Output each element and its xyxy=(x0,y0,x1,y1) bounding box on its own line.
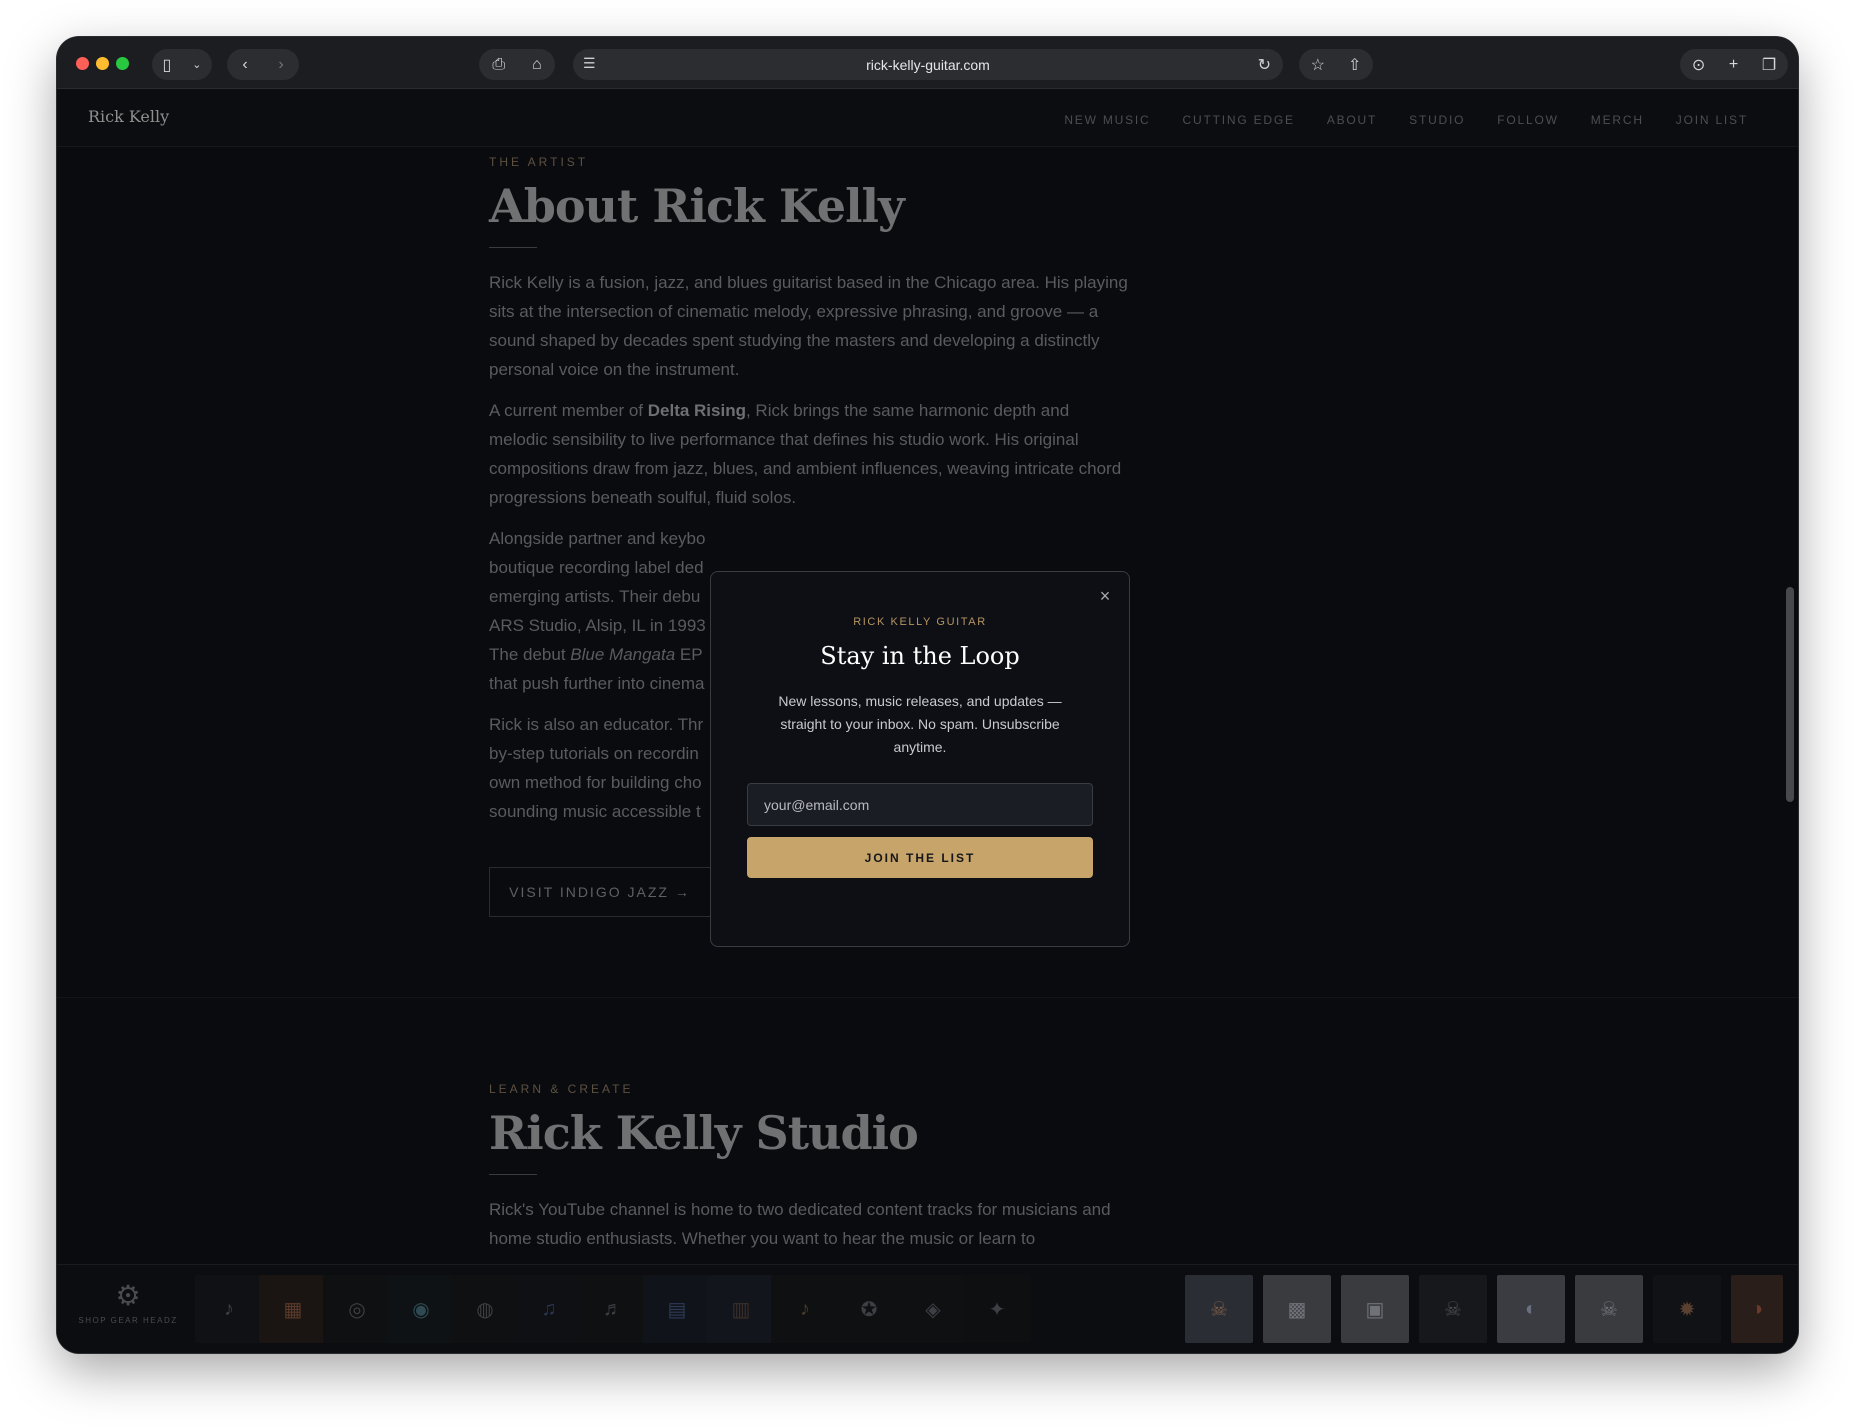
nav-join-list[interactable]: JOIN LIST xyxy=(1676,113,1748,127)
minimize-window-button[interactable] xyxy=(96,57,109,70)
nav-studio[interactable]: STUDIO xyxy=(1409,113,1465,127)
merch-strip: ⚙ SHOP GEAR HEADZ ♪ ▦ ◎ ◉ ◍ ♫ ♬ ▤ ▥ ♪ ✪ … xyxy=(57,1264,1798,1353)
browser-toolbar: ▯ ⌄ ‹ › ⎙ ⌂ ☰ rick-kelly-guitar.com ↻ ☆ … xyxy=(57,37,1798,89)
sidebar-toggle[interactable]: ▯ ⌄ xyxy=(152,49,212,80)
join-list-button[interactable]: JOIN THE LIST xyxy=(747,837,1093,878)
merch-thumb[interactable]: ☠ xyxy=(1575,1275,1643,1343)
merch-thumb[interactable]: ♪ xyxy=(771,1275,839,1343)
section-divider xyxy=(57,997,1798,998)
about-eyebrow: THE ARTIST xyxy=(489,155,589,169)
merch-thumb[interactable]: ▩ xyxy=(1263,1275,1331,1343)
new-tab-icon[interactable]: + xyxy=(1729,56,1738,74)
studio-section: LEARN & CREATE Rick Kelly Studio Rick's … xyxy=(489,1082,1129,1253)
p3-line: emerging artists. Their debu xyxy=(489,587,701,606)
nav-cutting-edge[interactable]: CUTTING EDGE xyxy=(1183,113,1295,127)
album-title: Blue Mangata xyxy=(570,645,676,664)
modal-description: New lessons, music releases, and updates… xyxy=(778,693,1062,755)
p3-line: ARS Studio, Alsip, IL in 1993 xyxy=(489,616,706,635)
merch-thumb[interactable]: ✪ xyxy=(835,1275,903,1343)
studio-paragraph-1: Rick's YouTube channel is home to two de… xyxy=(489,1200,1111,1248)
visit-indigo-jazz-button[interactable]: VISIT INDIGO JAZZ → xyxy=(489,867,711,917)
back-button[interactable]: ‹ xyxy=(242,56,247,74)
p4-line: sounding music accessible t xyxy=(489,802,701,821)
toolbar-right-group: ☆ ⇧ xyxy=(1299,49,1373,80)
studio-divider xyxy=(489,1174,537,1175)
url-text: rick-kelly-guitar.com xyxy=(866,57,990,73)
merch-thumb[interactable]: ▥ xyxy=(707,1275,775,1343)
p4-line: by-step tutorials on recordin xyxy=(489,744,699,763)
merch-thumb[interactable]: ▦ xyxy=(259,1275,327,1343)
site-nav: NEW MUSIC CUTTING EDGE ABOUT STUDIO FOLL… xyxy=(1064,113,1748,127)
browser-window: ▯ ⌄ ‹ › ⎙ ⌂ ☰ rick-kelly-guitar.com ↻ ☆ … xyxy=(57,37,1798,1353)
nav-about[interactable]: ABOUT xyxy=(1327,113,1377,127)
address-bar[interactable]: ☰ rick-kelly-guitar.com ↻ xyxy=(573,49,1283,80)
close-window-button[interactable] xyxy=(76,57,89,70)
about-paragraph-1: Rick Kelly is a fusion, jazz, and blues … xyxy=(489,273,1128,379)
page-scrollbar[interactable] xyxy=(1786,587,1794,802)
nav-merch[interactable]: MERCH xyxy=(1591,113,1644,127)
about-p2-before: A current member of xyxy=(489,401,648,420)
reload-icon[interactable]: ↻ xyxy=(1258,55,1271,75)
nav-follow[interactable]: FOLLOW xyxy=(1497,113,1558,127)
band-name: Delta Rising xyxy=(647,401,746,420)
p4-line: own method for building cho xyxy=(489,773,702,792)
p3-line: that push further into cinema xyxy=(489,674,705,693)
toolbar-left-group: ⎙ ⌂ xyxy=(479,49,555,80)
p3-line: boutique recording label ded xyxy=(489,558,704,577)
chevron-down-icon: ⌄ xyxy=(192,59,202,71)
nav-new-music[interactable]: NEW MUSIC xyxy=(1064,113,1150,127)
merch-thumb[interactable]: ☠ xyxy=(1185,1275,1253,1343)
p3-line-end: EP xyxy=(675,645,703,664)
site-logo[interactable]: Rick Kelly xyxy=(88,107,169,126)
bookmark-star-icon[interactable]: ☆ xyxy=(1311,55,1325,75)
site-header: Rick Kelly NEW MUSIC CUTTING EDGE ABOUT … xyxy=(57,89,1798,147)
about-title: About Rick Kelly xyxy=(489,179,905,233)
merch-thumb[interactable]: ✦ xyxy=(963,1275,1031,1343)
studio-title: Rick Kelly Studio xyxy=(489,1106,919,1160)
modal-kicker: RICK KELLY GUITAR xyxy=(853,616,987,628)
print-icon[interactable]: ⎙ xyxy=(492,56,505,74)
merch-thumb[interactable]: ◎ xyxy=(323,1275,391,1343)
merch-thumb[interactable]: ▣ xyxy=(1341,1275,1409,1343)
modal-title: Stay in the Loop xyxy=(820,642,1020,670)
tab-overview-icon[interactable]: ❐ xyxy=(1762,55,1776,75)
home-icon[interactable]: ⌂ xyxy=(532,56,542,74)
merch-thumb[interactable]: ♪ xyxy=(195,1275,263,1343)
forward-button[interactable]: › xyxy=(278,56,283,74)
history-nav: ‹ › xyxy=(227,49,299,80)
merch-thumb[interactable]: ✹ xyxy=(1653,1275,1721,1343)
close-icon[interactable]: × xyxy=(1095,586,1115,606)
merch-thumb[interactable]: ◈ xyxy=(899,1275,967,1343)
about-divider xyxy=(489,247,537,248)
p3-line: The debut xyxy=(489,645,571,664)
about-paragraph-2: A current member of Delta Rising, Rick b… xyxy=(489,396,1129,512)
sidebar-icon: ▯ xyxy=(162,56,172,74)
toolbar-far-right-group: ⊙ + ❐ xyxy=(1680,49,1788,80)
merch-thumb[interactable]: ☠ xyxy=(1419,1275,1487,1343)
downloads-icon[interactable]: ⊙ xyxy=(1692,55,1705,75)
merch-thumb[interactable]: ◐ xyxy=(1497,1275,1565,1343)
studio-eyebrow: LEARN & CREATE xyxy=(489,1082,634,1096)
p3-line: Alongside partner and keybo xyxy=(489,529,706,548)
merch-thumb[interactable]: ◑ xyxy=(1731,1275,1783,1343)
share-icon[interactable]: ⇧ xyxy=(1348,55,1361,75)
gear-headz-logo-icon: ⚙ xyxy=(115,1280,141,1311)
newsletter-modal: × RICK KELLY GUITAR Stay in the Loop New… xyxy=(710,571,1130,947)
merch-thumb[interactable]: ◍ xyxy=(451,1275,519,1343)
merch-thumb[interactable]: ♫ xyxy=(515,1275,583,1343)
p4-line: Rick is also an educator. Thr xyxy=(489,715,704,734)
merch-thumb[interactable]: ♬ xyxy=(579,1275,647,1343)
maximize-window-button[interactable] xyxy=(116,57,129,70)
shop-gear-headz-link[interactable]: ⚙ SHOP GEAR HEADZ xyxy=(73,1279,183,1339)
email-field[interactable] xyxy=(747,783,1093,826)
web-page: Rick Kelly NEW MUSIC CUTTING EDGE ABOUT … xyxy=(57,89,1798,1353)
merch-thumb[interactable]: ▤ xyxy=(643,1275,711,1343)
merch-thumb[interactable]: ◉ xyxy=(387,1275,455,1343)
shop-label: SHOP GEAR HEADZ xyxy=(78,1316,178,1325)
